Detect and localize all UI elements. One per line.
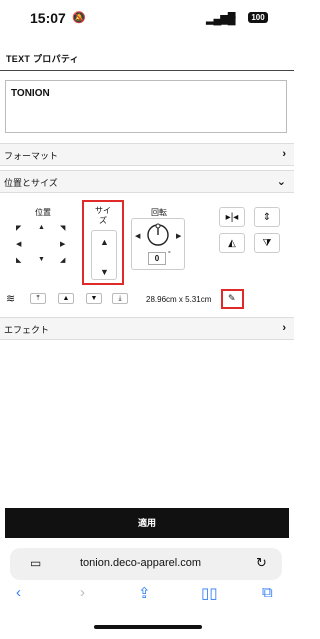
send-backward-button[interactable]: ▼ <box>86 293 102 304</box>
chevron-right-icon: › <box>282 148 286 160</box>
status-time: 15:07 <box>30 10 66 26</box>
tabs-icon[interactable]: ⧉ <box>262 584 273 601</box>
position-size-label: 位置とサイズ <box>4 178 58 188</box>
mute-bell-icon: 🔕 <box>72 12 86 24</box>
layers-icon: ≋ <box>6 293 16 305</box>
arrow-up-left-icon[interactable]: ◤ <box>16 224 21 232</box>
size-decrease-icon[interactable]: ▼ <box>100 267 109 277</box>
arrow-left-icon[interactable]: ◀ <box>16 240 21 248</box>
arrow-down-left-icon[interactable]: ◣ <box>16 256 21 264</box>
send-to-back-button[interactable]: ⤓ <box>112 293 128 304</box>
rotation-unit: ° <box>168 251 171 258</box>
rotation-value-input[interactable]: 0 <box>148 252 166 265</box>
home-indicator <box>94 625 202 629</box>
arrow-right-icon[interactable]: ▶ <box>60 240 65 248</box>
forward-icon[interactable]: › <box>80 584 85 601</box>
status-bar: 15:07 🔕 ▂▄▆█ ◠ 100 <box>0 0 294 38</box>
wifi-icon: ◠ <box>226 10 237 24</box>
mirror-vertical-button[interactable]: ⧩ <box>254 233 280 253</box>
url-text: tonion.deco-apparel.com <box>80 557 202 569</box>
back-icon[interactable]: ‹ <box>16 584 21 601</box>
page-title: TEXT プロパティ <box>6 54 79 64</box>
dimensions-text: 28.96cm x 5.31cm <box>146 295 212 304</box>
size-stepper: ▲ ▼ <box>91 230 117 280</box>
chevron-down-icon: ⌄ <box>276 176 286 188</box>
format-label: フォーマット <box>4 151 59 161</box>
edit-size-button[interactable]: ✎ <box>221 289 244 309</box>
flip-horizontal-center-button[interactable]: ▸|◂ <box>219 207 245 227</box>
rotate-right-icon[interactable]: ▶ <box>176 232 181 240</box>
reload-icon[interactable]: ↻ <box>256 555 267 571</box>
rotate-left-icon[interactable]: ◀ <box>135 232 140 240</box>
arrow-down-icon[interactable]: ▼ <box>38 256 45 263</box>
position-pad: ◤ ▲ ◥ ◀ ▶ ◣ ▼ ◢ <box>6 218 76 270</box>
effect-row[interactable]: エフェクト › <box>0 317 294 340</box>
site-settings-icon[interactable]: ▭ <box>30 556 41 570</box>
share-icon[interactable]: ⇪ <box>138 584 151 602</box>
size-label: サイ ズ <box>95 206 111 225</box>
rotation-control[interactable]: ◀ ▶ 0 ° <box>131 218 185 270</box>
size-increase-icon[interactable]: ▲ <box>100 237 109 247</box>
url-bar[interactable]: ▭ tonion.deco-apparel.com ↻ <box>10 548 282 580</box>
position-label: 位置 <box>35 208 51 217</box>
arrow-up-right-icon[interactable]: ◥ <box>60 224 65 232</box>
edit-icon: ✎ <box>228 293 236 303</box>
position-size-row[interactable]: 位置とサイズ ⌄ <box>0 170 294 193</box>
text-input-value: TONION <box>11 88 50 99</box>
rotation-dial-icon[interactable] <box>146 223 170 247</box>
format-row[interactable]: フォーマット › <box>0 143 294 166</box>
battery-indicator: 100 <box>248 12 268 23</box>
text-input[interactable]: TONION <box>5 80 287 133</box>
mirror-horizontal-button[interactable]: ◭ <box>219 233 245 253</box>
flip-vertical-center-button[interactable]: ⇕ <box>254 207 280 227</box>
effect-label: エフェクト <box>4 325 50 335</box>
bring-forward-button[interactable]: ▲ <box>58 293 74 304</box>
apply-button[interactable]: 適用 <box>5 508 289 538</box>
chevron-right-icon: › <box>282 322 286 334</box>
rotation-label: 回転 <box>151 208 167 217</box>
bring-to-front-button[interactable]: ⤒ <box>30 293 46 304</box>
bookmarks-icon[interactable]: ▯▯ <box>201 584 218 602</box>
arrow-down-right-icon[interactable]: ◢ <box>60 256 65 264</box>
divider <box>0 70 294 71</box>
arrow-up-icon[interactable]: ▲ <box>38 224 45 231</box>
